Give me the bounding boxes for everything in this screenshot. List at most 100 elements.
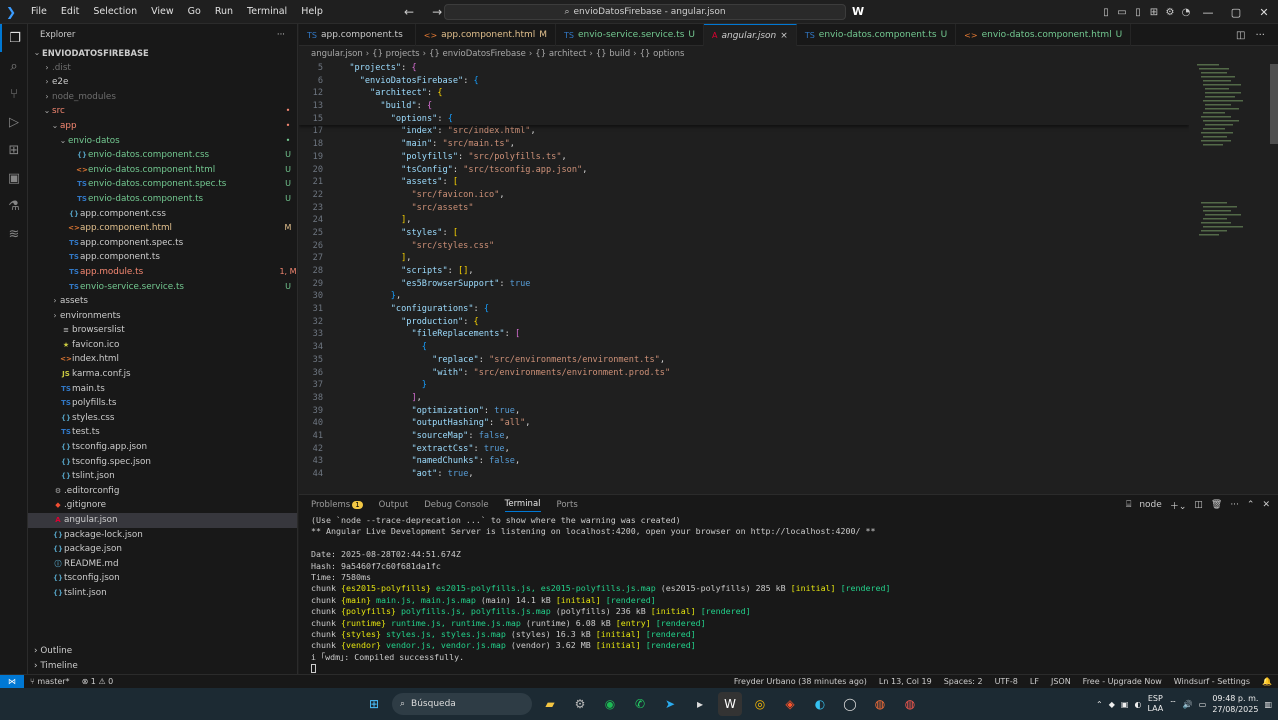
end-of-line[interactable]: LF [1024, 677, 1045, 686]
menu-selection[interactable]: Selection [86, 0, 144, 24]
menu-go[interactable]: Go [181, 0, 208, 24]
tree-item[interactable]: ⌄ src • [28, 104, 297, 119]
code-text[interactable]: "options": { [329, 113, 453, 126]
editor-scrollbar-thumb[interactable] [1270, 64, 1278, 144]
forward-arrow-icon[interactable]: → [432, 5, 442, 19]
tree-item[interactable]: {} app.component.css [28, 207, 297, 222]
customize-layout-icon[interactable]: ⊞ [1146, 7, 1162, 18]
code-line[interactable]: 30 }, [299, 290, 1189, 303]
code-text[interactable]: "aot": true, [329, 468, 473, 481]
code-line[interactable]: 40 "outputHashing": "all", [299, 417, 1189, 430]
code-line[interactable]: 22 "src/favicon.ico", [299, 189, 1189, 202]
code-text[interactable]: "fileReplacements": [ [329, 328, 520, 341]
more-editor-actions-icon[interactable]: ··· [1255, 30, 1265, 41]
panel-tab-ports[interactable]: Ports [557, 500, 578, 510]
tree-item[interactable]: ⓘ README.md [28, 557, 297, 572]
code-text[interactable]: ], [329, 392, 421, 405]
breadcrumb-item[interactable]: {} build [596, 49, 630, 59]
code-line[interactable]: 43 "namedChunks": false, [299, 455, 1189, 468]
split-editor-icon[interactable]: ◫ [1236, 30, 1245, 41]
tree-item[interactable]: TS app.component.spec.ts [28, 236, 297, 251]
remote-explorer-icon[interactable]: ▣ [0, 164, 28, 192]
code-text[interactable]: "with": "src/environments/environment.pr… [329, 367, 670, 380]
tree-item[interactable]: TS envio-datos.component.spec.ts U [28, 177, 297, 192]
code-text[interactable]: "projects": { [329, 62, 416, 75]
windsurf-logo-icon[interactable]: W [852, 5, 864, 18]
edge-icon[interactable]: ◐ [808, 692, 832, 716]
code-line[interactable]: 26 "src/styles.css" [299, 240, 1189, 253]
code-text[interactable]: "extractCss": true, [329, 443, 509, 456]
upgrade-link[interactable]: Free - Upgrade Now [1077, 677, 1168, 686]
volume-icon[interactable]: 🔊 [1183, 700, 1193, 709]
language-indicator[interactable]: ESP LAA [1147, 694, 1163, 714]
code-text[interactable]: "src/favicon.ico", [329, 189, 504, 202]
code-line[interactable]: 42 "extractCss": true, [299, 443, 1189, 456]
tray-app2-icon[interactable]: ▣ [1121, 700, 1129, 709]
tree-item[interactable]: TS polyfills.ts [28, 396, 297, 411]
tree-item[interactable]: TS envio-service.service.ts U [28, 280, 297, 295]
breadcrumb-item[interactable]: {} architect [535, 49, 586, 59]
workspace-root[interactable]: ⌄ ENVIODATOSFIREBASE [28, 46, 297, 61]
code-text[interactable]: "optimization": true, [329, 405, 520, 418]
tree-item[interactable]: {} package-lock.json [28, 528, 297, 543]
menu-view[interactable]: View [144, 0, 181, 24]
code-text[interactable]: { [329, 341, 427, 354]
code-text[interactable]: "build": { [329, 100, 432, 113]
code-line[interactable]: 33 "fileReplacements": [ [299, 328, 1189, 341]
breadcrumb-item[interactable]: {} projects [372, 49, 419, 59]
notification-center-icon[interactable]: ▥ [1264, 700, 1272, 709]
tree-item[interactable]: TS app.component.ts [28, 250, 297, 265]
code-text[interactable]: "src/assets" [329, 202, 473, 215]
tree-item[interactable]: ★ favicon.ico [28, 338, 297, 353]
tab-app-component-html[interactable]: <> app.component.html M [416, 24, 557, 46]
firefox-dev-icon[interactable]: ◍ [898, 692, 922, 716]
indentation[interactable]: Spaces: 2 [938, 677, 989, 686]
tree-item[interactable]: › e2e [28, 75, 297, 90]
problems-status[interactable]: ⊗ 1 ⚠ 0 [76, 677, 120, 686]
testing-icon[interactable]: ⚗ [0, 192, 28, 220]
settings-gear-icon[interactable]: ⚙ [1162, 7, 1178, 18]
tree-item[interactable]: <> app.component.html M [28, 221, 297, 236]
panel-tab-output[interactable]: Output [379, 500, 409, 510]
git-branch[interactable]: ⑂ master* [24, 677, 76, 686]
code-line[interactable]: 6 "envioDatosFirebase": { [299, 75, 1189, 88]
explorer-icon[interactable]: ❐ [0, 24, 28, 52]
code-line[interactable]: 35 "replace": "src/environments/environm… [299, 354, 1189, 367]
code-line[interactable]: 15 "options": { [299, 113, 1189, 126]
tray-app-icon[interactable]: ◆ [1109, 700, 1115, 709]
tab-envio-datos-component-html[interactable]: <> envio-datos.component.html U [956, 24, 1132, 46]
tree-item[interactable]: › .dist [28, 61, 297, 76]
minimize-icon[interactable]: — [1194, 6, 1222, 19]
code-line[interactable]: 23 "src/assets" [299, 202, 1189, 215]
maximize-panel-icon[interactable]: ⌃ [1247, 500, 1255, 510]
code-text[interactable]: "tsConfig": "src/tsconfig.app.json", [329, 164, 587, 177]
tree-item[interactable]: ≡ browserslist [28, 323, 297, 338]
code-line[interactable]: 20 "tsConfig": "src/tsconfig.app.json", [299, 164, 1189, 177]
windsurf-app-icon[interactable]: W [718, 692, 742, 716]
code-editor[interactable]: 5 "projects": {6 "envioDatosFirebase": {… [299, 62, 1189, 494]
tree-item[interactable]: {} tsconfig.json [28, 571, 297, 586]
firefox-icon[interactable]: ◍ [868, 692, 892, 716]
code-text[interactable]: "styles": [ [329, 227, 458, 240]
back-arrow-icon[interactable]: ← [404, 5, 414, 19]
code-text[interactable]: ], [329, 252, 411, 265]
code-line[interactable]: 21 "assets": [ [299, 176, 1189, 189]
search-view-icon[interactable]: ⌕ [0, 52, 28, 80]
breadcrumb-item[interactable]: {} options [640, 49, 685, 59]
tree-item[interactable]: TS app.module.ts 1, M [28, 265, 297, 280]
code-text[interactable]: "index": "src/index.html", [329, 125, 536, 138]
tab-envio-service-service-ts[interactable]: TS envio-service.service.ts U [556, 24, 704, 46]
tree-item[interactable]: {} tslint.json [28, 469, 297, 484]
new-terminal-icon[interactable]: ＋⌄ [1170, 499, 1187, 512]
panel-tab-debug-console[interactable]: Debug Console [424, 500, 488, 510]
code-line[interactable]: 13 "build": { [299, 100, 1189, 113]
code-line[interactable]: 38 ], [299, 392, 1189, 405]
menu-help[interactable]: Help [294, 0, 330, 24]
code-text[interactable]: "scripts": [], [329, 265, 473, 278]
tab-app-component-ts[interactable]: TS app.component.ts [299, 24, 416, 46]
tab-envio-datos-component-ts[interactable]: TS envio-datos.component.ts U [797, 24, 957, 46]
outline-section[interactable]: › Outline [28, 644, 297, 659]
code-text[interactable]: "es5BrowserSupport": true [329, 278, 530, 291]
code-line[interactable]: 27 ], [299, 252, 1189, 265]
tree-item[interactable]: › environments [28, 309, 297, 324]
